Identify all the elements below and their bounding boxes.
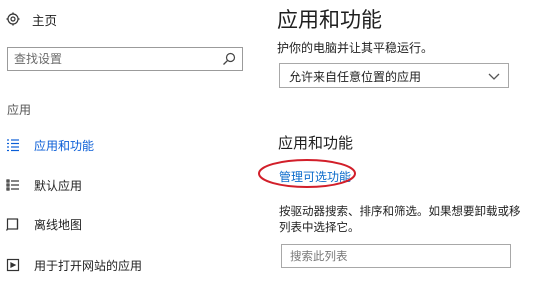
dropdown-selected-value: 允许来自任意位置的应用 <box>289 70 422 84</box>
sidebar-item-label: 离线地图 <box>34 217 83 232</box>
apps-list-icon <box>6 138 26 152</box>
page-title: 应用和功能 <box>277 8 382 32</box>
sidebar-item-label: 默认应用 <box>34 178 83 193</box>
sidebar-item-apps-for-websites[interactable]: 用于打开网站的应用 <box>0 252 258 278</box>
settings-search-input[interactable] <box>14 49 214 69</box>
sidebar-item-label: 用于打开网站的应用 <box>34 258 143 273</box>
sidebar-item-label: 应用和功能 <box>34 138 95 153</box>
help-text-line-1: 按驱动器搜索、排序和筛选。如果想要卸载或移 <box>279 204 521 218</box>
offline-map-icon <box>6 217 26 231</box>
main-content: 应用和功能 护你的电脑并让其平稳运行。 允许来自任意位置的应用 应用和功能 管理… <box>258 0 540 281</box>
help-text-line-2: 列表中选择它。 <box>279 220 360 234</box>
home-label: 主页 <box>32 12 58 28</box>
apps-help-text: 按驱动器搜索、排序和筛选。如果想要卸载或移 列表中选择它。 <box>279 203 540 235</box>
gear-icon <box>6 12 20 26</box>
apps-list-search-input[interactable] <box>290 246 500 266</box>
settings-search-box[interactable] <box>7 47 243 71</box>
section-title-apps-features: 应用和功能 <box>278 134 354 152</box>
app-for-websites-icon <box>6 258 26 272</box>
sidebar-item-apps-features[interactable]: 应用和功能 <box>0 132 258 158</box>
chevron-down-icon <box>488 73 500 80</box>
default-apps-icon <box>6 178 26 192</box>
apps-list-search-box[interactable] <box>281 244 511 268</box>
home-nav-item[interactable]: 主页 <box>6 8 57 30</box>
install-description: 护你的电脑并让其平稳运行。 <box>277 41 434 55</box>
install-source-dropdown[interactable]: 允许来自任意位置的应用 <box>279 63 509 88</box>
sidebar: 主页 应用 应用和功能 默认应用 <box>0 0 258 281</box>
sidebar-item-default-apps[interactable]: 默认应用 <box>0 172 258 198</box>
sidebar-item-offline-maps[interactable]: 离线地图 <box>0 211 258 237</box>
manage-optional-features-link[interactable]: 管理可选功能 <box>279 168 351 185</box>
search-icon[interactable] <box>222 52 236 66</box>
section-label-apps: 应用 <box>7 103 32 117</box>
